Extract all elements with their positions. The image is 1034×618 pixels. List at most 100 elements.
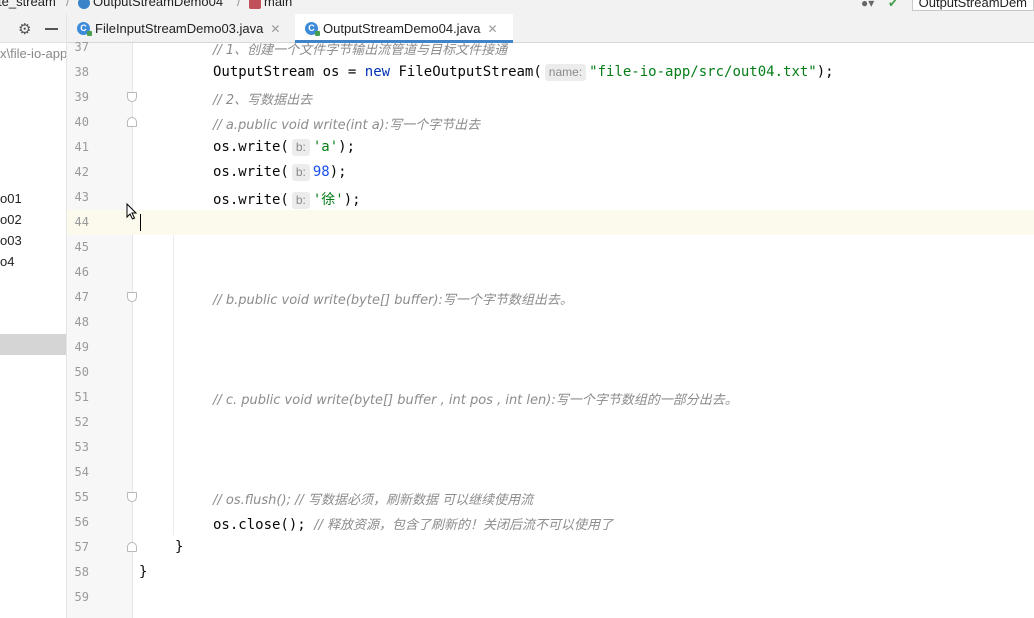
code-text: OutputStream os = new FileOutputStream(n… <box>213 64 834 81</box>
code-line: 57 } <box>67 535 1034 560</box>
comment-text: // os.flush(); // 写数据必须，刷新数据 可以继续使用流 <box>213 493 534 508</box>
line-number: 51 <box>74 390 89 404</box>
code-line: 47 // b.public void write(byte[] buffer)… <box>67 285 1034 310</box>
java-class-icon: C <box>77 22 92 36</box>
code-line: 54 <box>67 460 1034 485</box>
line-number: 37 <box>74 40 89 54</box>
project-tool-window: ⚙ x\file-io-app o01 o02 o03 o4 <box>0 14 67 618</box>
tree-selected-row[interactable] <box>0 334 66 355</box>
code-line: 38 OutputStream os = new FileOutputStrea… <box>67 60 1034 85</box>
code-line-current: 44 <box>67 210 1034 235</box>
code-line: 52 <box>67 410 1034 435</box>
code-line: 50 <box>67 360 1034 385</box>
breadcrumb-separator: / <box>66 0 70 9</box>
user-icon[interactable]: ●▾ <box>861 0 874 10</box>
code-line: 48 <box>67 310 1034 335</box>
tree-file-item[interactable]: o4 <box>0 254 14 269</box>
code-line: 46 <box>67 260 1034 285</box>
code-line: 37 // 1、创建一个文件字节输出流管道与目标文件接通 <box>67 35 1034 60</box>
line-number: 45 <box>74 240 89 254</box>
line-number: 39 <box>74 90 89 104</box>
breadcrumb-separator: / <box>237 0 241 9</box>
tab-label: OutputStreamDemo04.java <box>323 21 481 36</box>
comment-text: // a.public void write(int a):写一个字节出去 <box>213 118 481 133</box>
project-panel-header: ⚙ <box>0 14 66 43</box>
line-number: 50 <box>74 365 89 379</box>
code-line: 53 <box>67 435 1034 460</box>
tree-file-item[interactable]: o02 <box>0 212 22 227</box>
line-number: 42 <box>74 165 89 179</box>
close-icon[interactable]: ✕ <box>488 22 498 36</box>
line-number: 40 <box>74 115 89 129</box>
comment-text: // 2、写数据出去 <box>213 93 313 108</box>
method-icon <box>249 0 261 9</box>
line-number: 38 <box>74 65 89 79</box>
text-caret <box>140 214 141 231</box>
code-line: 43 os.write(b: '徐'); <box>67 185 1034 210</box>
code-line: 55 // os.flush(); // 写数据必须，刷新数据 可以继续使用流 <box>67 485 1034 510</box>
parameter-hint: b: <box>291 192 310 209</box>
java-class-icon: C <box>305 22 320 36</box>
fold-marker-icon[interactable] <box>127 542 137 552</box>
line-number: 52 <box>74 415 89 429</box>
comment-text: // b.public void write(byte[] buffer):写一… <box>213 293 573 308</box>
closing-brace: } <box>175 539 184 555</box>
navigation-bar: te_stream / OutputStreamDemo04 / main ●▾… <box>0 0 1034 14</box>
code-text: os.close(); // 释放资源，包含了刷新的！关闭后流不可以使用了 <box>213 517 614 533</box>
parameter-hint: b: <box>291 139 310 156</box>
fold-marker-icon[interactable] <box>127 117 137 127</box>
class-icon <box>78 0 90 9</box>
code-line: 42 os.write(b: 98); <box>67 160 1034 185</box>
line-number: 53 <box>74 440 89 454</box>
closing-brace: } <box>139 564 148 580</box>
line-number: 59 <box>74 590 89 604</box>
code-text: os.write(b: '徐'); <box>213 192 361 209</box>
breadcrumb-class[interactable]: OutputStreamDemo04 <box>78 0 223 9</box>
line-number: 57 <box>74 540 89 554</box>
run-config-selector[interactable]: OutputStreamDem <box>911 0 1034 11</box>
build-icon[interactable]: ✔ <box>888 0 898 10</box>
code-text: os.write(b: 98); <box>213 164 347 181</box>
line-number: 41 <box>74 140 89 154</box>
comment-text: // 1、创建一个文件字节输出流管道与目标文件接通 <box>213 43 508 58</box>
breadcrumb-method[interactable]: main <box>249 0 292 9</box>
toolbar-right: ●▾ ✔ OutputStreamDem <box>861 0 1034 11</box>
close-icon[interactable]: ✕ <box>270 22 280 36</box>
project-path[interactable]: x\file-io-app <box>0 46 66 61</box>
code-line: 49 <box>67 335 1034 360</box>
fold-marker-icon[interactable] <box>127 92 137 102</box>
line-number: 47 <box>74 290 89 304</box>
tab-label: FileInputStreamDemo03.java <box>95 21 264 36</box>
line-number: 43 <box>74 190 89 204</box>
code-line: 40 // a.public void write(int a):写一个字节出去 <box>67 110 1034 135</box>
code-line: 39 // 2、写数据出去 <box>67 85 1034 110</box>
code-line: 59 <box>67 585 1034 610</box>
code-line: 41 os.write(b:'a'); <box>67 135 1034 160</box>
code-line: 45 <box>67 235 1034 260</box>
comment-text: // c. public void write(byte[] buffer , … <box>213 393 738 408</box>
fold-marker-icon[interactable] <box>127 292 137 302</box>
collapse-icon[interactable] <box>45 28 58 30</box>
line-number: 56 <box>74 515 89 529</box>
line-number: 58 <box>74 565 89 579</box>
parameter-hint: b: <box>291 164 310 181</box>
fold-marker-icon[interactable] <box>127 492 137 502</box>
line-number: 46 <box>74 265 89 279</box>
breadcrumb-package[interactable]: te_stream <box>0 0 56 9</box>
line-number: 44 <box>74 215 89 229</box>
breadcrumb-method-label: main <box>264 0 293 9</box>
tree-file-item[interactable]: o01 <box>0 191 22 206</box>
line-number: 54 <box>74 465 89 479</box>
tree-file-item[interactable]: o03 <box>0 233 22 248</box>
code-text: os.write(b:'a'); <box>213 139 356 156</box>
code-line: 58 } <box>67 560 1034 585</box>
breadcrumb-class-label: OutputStreamDemo04 <box>93 0 224 9</box>
parameter-hint: name: <box>544 64 587 81</box>
gear-icon[interactable]: ⚙ <box>18 20 31 38</box>
mouse-pointer-icon <box>126 203 138 220</box>
code-line: 51 // c. public void write(byte[] buffer… <box>67 385 1034 410</box>
line-number: 48 <box>74 315 89 329</box>
line-number: 55 <box>74 490 89 504</box>
line-number: 49 <box>74 340 89 354</box>
code-line: 56 os.close(); // 释放资源，包含了刷新的！关闭后流不可以使用了 <box>67 510 1034 535</box>
